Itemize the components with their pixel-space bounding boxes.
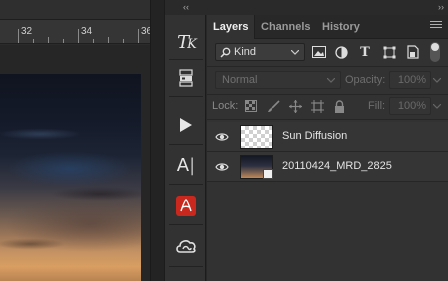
fill-value: 100% <box>397 100 426 112</box>
lock-position-icon[interactable] <box>288 99 302 113</box>
horizontal-ruler[interactable]: 32 34 36 <box>0 20 150 44</box>
fill-label: Fill: <box>368 100 386 112</box>
layer-row[interactable]: 20110424_MRD_2825 <box>207 152 448 182</box>
opacity-field[interactable]: 100% <box>389 71 431 89</box>
filter-smart-object-icon[interactable] <box>405 44 421 60</box>
ruler-mark-36: 36 <box>141 26 150 37</box>
filter-toggle-switch[interactable] <box>430 42 440 62</box>
3d-tool-icon[interactable] <box>171 63 201 93</box>
layers-panel: ›› Layers Channels History Kind T Normal <box>207 0 448 281</box>
lock-label: Lock: <box>212 100 239 112</box>
visibility-eye-icon[interactable] <box>215 131 229 143</box>
collapse-panel-icon[interactable]: ›› <box>438 0 444 15</box>
panel-dock-column: ‹‹ TK A| <box>164 0 207 281</box>
filter-adjustment-icon[interactable] <box>333 44 349 60</box>
opacity-value: 100% <box>397 74 426 86</box>
layer-filter-kind-select[interactable]: Kind <box>215 43 305 61</box>
filter-kind-label: Kind <box>234 46 257 58</box>
document-tab-bar <box>0 0 150 20</box>
panel-tab-bar: Layers Channels History <box>207 15 448 39</box>
tab-history[interactable]: History <box>316 15 366 39</box>
adobe-reader-icon[interactable] <box>171 191 201 221</box>
character-panel-icon[interactable]: A| <box>171 150 201 180</box>
tab-channels[interactable]: Channels <box>255 15 317 39</box>
layer-row[interactable]: Sun Diffusion <box>207 122 448 152</box>
document-canvas-area: 32 34 36 <box>0 0 150 281</box>
panel-menu-icon[interactable] <box>430 21 442 30</box>
fill-dropdown-icon[interactable] <box>433 104 441 109</box>
ruler-mark-32: 32 <box>21 26 33 37</box>
filter-shape-icon[interactable] <box>381 44 397 60</box>
blend-mode-select[interactable]: Normal <box>215 71 341 89</box>
lock-image-pixels-icon[interactable] <box>266 99 280 113</box>
search-icon <box>220 47 231 58</box>
filter-pixel-icon[interactable] <box>311 44 327 60</box>
creative-cloud-icon[interactable] <box>171 231 201 261</box>
lock-artboard-icon[interactable] <box>310 99 324 113</box>
lock-transparent-pixels-icon[interactable] <box>244 99 258 113</box>
lock-all-icon[interactable] <box>332 99 346 113</box>
document-image[interactable] <box>0 74 141 281</box>
layer-name[interactable]: Sun Diffusion <box>282 130 347 142</box>
blend-mode-value: Normal <box>222 74 258 86</box>
collapse-dock-icon[interactable]: ‹‹ <box>165 0 207 15</box>
tab-layers[interactable]: Layers <box>207 15 256 39</box>
opacity-dropdown-icon[interactable] <box>433 78 441 83</box>
filter-type-icon[interactable]: T <box>357 44 373 60</box>
type-tool-icon[interactable]: TK <box>171 27 201 57</box>
layer-name[interactable]: 20110424_MRD_2825 <box>282 160 392 172</box>
layers-list-empty-area[interactable] <box>207 182 448 281</box>
smart-object-icon <box>263 169 273 179</box>
play-icon[interactable] <box>171 110 201 140</box>
layer-thumbnail[interactable] <box>240 125 273 149</box>
layer-thumbnail[interactable] <box>240 155 273 179</box>
fill-field[interactable]: 100% <box>389 97 431 115</box>
scrollbar-gutter <box>150 0 164 281</box>
panel-header-strip: ›› <box>207 0 448 15</box>
visibility-eye-icon[interactable] <box>215 161 229 173</box>
chevron-down-icon <box>327 78 335 83</box>
chevron-down-icon <box>291 50 299 55</box>
ruler-mark-34: 34 <box>81 26 93 37</box>
opacity-label: Opacity: <box>345 74 386 86</box>
